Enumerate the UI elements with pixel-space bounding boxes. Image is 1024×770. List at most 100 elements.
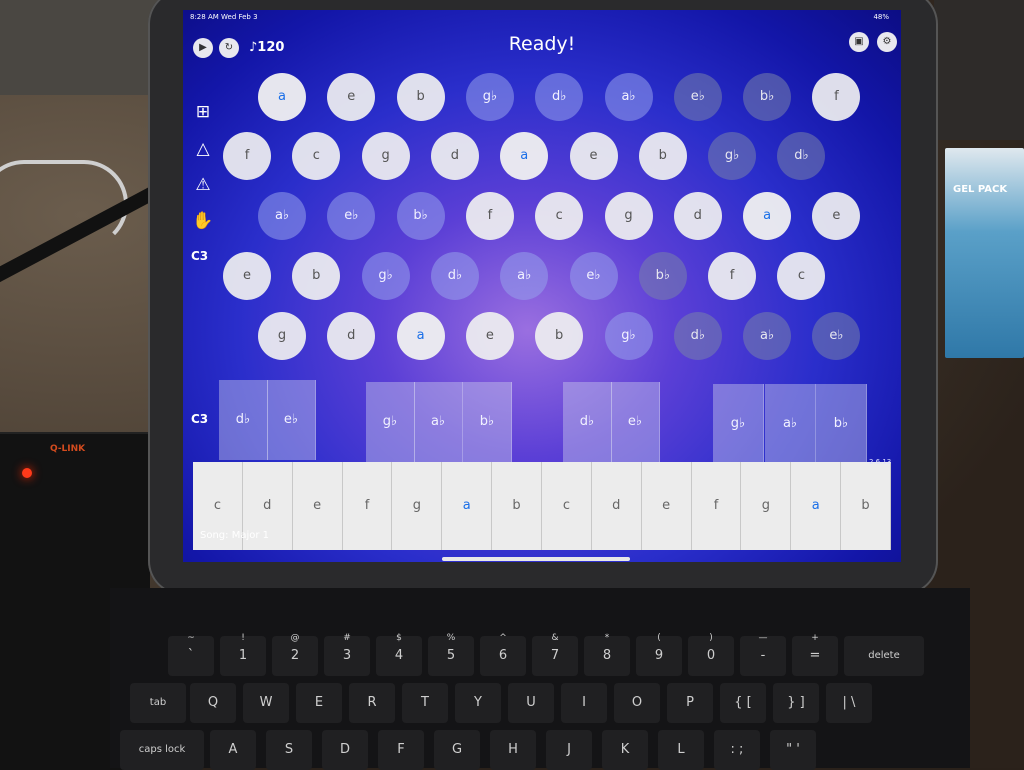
note-button[interactable]: e: [465, 312, 514, 360]
keyboard-key[interactable]: | \: [826, 683, 872, 723]
black-key[interactable]: e♭: [267, 380, 316, 460]
note-button[interactable]: g♭: [465, 73, 514, 121]
note-button[interactable]: g: [361, 132, 410, 180]
keyboard-key[interactable]: ! 1: [220, 633, 266, 676]
black-key[interactable]: e♭: [611, 382, 660, 462]
note-button[interactable]: b: [292, 252, 341, 300]
keyboard-key[interactable]: S: [266, 730, 312, 770]
note-button[interactable]: b: [638, 132, 687, 180]
octave-label[interactable]: C3: [191, 249, 208, 263]
keyboard-key[interactable]: J: [546, 730, 592, 770]
keyboard-key[interactable]: G: [434, 730, 480, 770]
keyboard-key[interactable]: (9: [636, 633, 682, 676]
keyboard-key[interactable]: W: [243, 683, 289, 723]
inbox-button[interactable]: ▣: [849, 32, 869, 52]
keyboard-key[interactable]: U: [508, 683, 554, 723]
note-button[interactable]: f: [223, 132, 271, 180]
note-button[interactable]: f: [812, 73, 861, 121]
keyboard-key[interactable]: K: [602, 730, 648, 770]
note-button[interactable]: a♭: [258, 192, 306, 240]
keyboard-key[interactable]: — -: [740, 633, 786, 676]
white-key[interactable]: e: [292, 462, 343, 550]
white-key[interactable]: b: [841, 462, 891, 550]
keyboard-key[interactable]: ) 0: [688, 633, 734, 676]
note-button[interactable]: d: [430, 132, 479, 180]
note-button[interactable]: b♭: [396, 192, 445, 240]
note-button[interactable]: d♭: [673, 312, 722, 360]
note-button[interactable]: g♭: [361, 252, 410, 300]
note-button[interactable]: e: [812, 192, 861, 240]
note-button[interactable]: b♭: [638, 252, 687, 300]
note-button[interactable]: g♭: [604, 312, 653, 360]
black-key[interactable]: b♭: [463, 382, 512, 462]
white-key[interactable]: b: [492, 462, 542, 550]
note-button[interactable]: b♭: [743, 73, 792, 121]
keyboard-key[interactable]: { [: [720, 683, 766, 723]
black-key[interactable]: b♭: [816, 384, 867, 464]
black-key[interactable]: d♭: [219, 380, 268, 460]
keyboard-key[interactable]: delete: [844, 636, 924, 676]
keyboard-key[interactable]: O: [614, 683, 660, 723]
white-key[interactable]: f: [691, 462, 742, 550]
note-button[interactable]: a♭: [604, 73, 653, 121]
keyboard-key[interactable]: } ]: [773, 683, 819, 723]
keyboard-key[interactable]: E: [296, 683, 342, 723]
hand-icon[interactable]: ✋: [191, 210, 215, 232]
white-key[interactable]: a: [442, 462, 493, 550]
note-button[interactable]: a: [743, 192, 792, 240]
keyboard-key[interactable]: $4: [376, 633, 422, 676]
note-button[interactable]: d♭: [430, 252, 479, 300]
white-key[interactable]: d: [591, 462, 642, 550]
white-key[interactable]: e: [641, 462, 692, 550]
keyboard-key[interactable]: D: [322, 730, 368, 770]
note-button[interactable]: e: [327, 73, 376, 121]
black-key[interactable]: g♭: [366, 382, 415, 462]
keyboard-key[interactable]: : ;: [714, 730, 760, 770]
note-button[interactable]: d♭: [535, 73, 584, 121]
warning-icon[interactable]: ⚠: [191, 174, 215, 196]
keyboard-key[interactable]: Q: [190, 683, 236, 723]
settings-button[interactable]: ⚙: [877, 32, 897, 52]
keyboard-key[interactable]: + =: [792, 633, 838, 676]
white-key[interactable]: g: [392, 462, 443, 550]
note-button[interactable]: e♭: [673, 73, 722, 121]
keyboard-key[interactable]: % 5: [428, 633, 474, 676]
metronome-icon[interactable]: △: [191, 138, 215, 160]
note-button[interactable]: f: [708, 252, 757, 300]
home-indicator[interactable]: [442, 557, 630, 561]
keyboard-key[interactable]: A: [210, 730, 256, 770]
keyboard-key[interactable]: caps lock: [120, 730, 204, 770]
note-button[interactable]: c: [777, 252, 826, 300]
note-button[interactable]: e♭: [812, 312, 861, 360]
keyboard-key[interactable]: F: [378, 730, 424, 770]
note-button[interactable]: e: [569, 132, 618, 180]
note-button[interactable]: g: [604, 192, 653, 240]
keyboard-key[interactable]: #3: [324, 633, 370, 676]
keyboard-key[interactable]: ~ `: [168, 633, 214, 676]
keyboard-key[interactable]: H: [490, 730, 536, 770]
black-key[interactable]: a♭: [414, 382, 463, 462]
note-button[interactable]: e♭: [569, 252, 618, 300]
keyboard-key[interactable]: T: [402, 683, 448, 723]
keyboard-key[interactable]: I: [561, 683, 607, 723]
grid-icon[interactable]: ⊞: [191, 101, 215, 123]
keyboard-key[interactable]: Y: [455, 683, 501, 723]
keyboard-key[interactable]: L: [658, 730, 704, 770]
keyboard-key[interactable]: R: [349, 683, 395, 723]
note-button[interactable]: d♭: [777, 132, 826, 180]
note-button[interactable]: a♭: [743, 312, 792, 360]
keyboard-key[interactable]: tab: [130, 683, 186, 723]
black-key[interactable]: a♭: [765, 384, 816, 464]
note-button[interactable]: g♭: [708, 132, 757, 180]
note-button[interactable]: f: [465, 192, 514, 240]
white-key[interactable]: f: [342, 462, 393, 550]
piano-octave-label[interactable]: C3: [191, 412, 208, 426]
keyboard-key[interactable]: & 7: [532, 633, 578, 676]
black-key[interactable]: d♭: [563, 382, 612, 462]
note-button[interactable]: c: [535, 192, 584, 240]
note-button[interactable]: e♭: [327, 192, 376, 240]
note-button[interactable]: a: [396, 312, 445, 360]
white-key[interactable]: a: [791, 462, 842, 550]
white-key[interactable]: c: [542, 462, 592, 550]
keyboard-key[interactable]: * 8: [584, 633, 630, 676]
